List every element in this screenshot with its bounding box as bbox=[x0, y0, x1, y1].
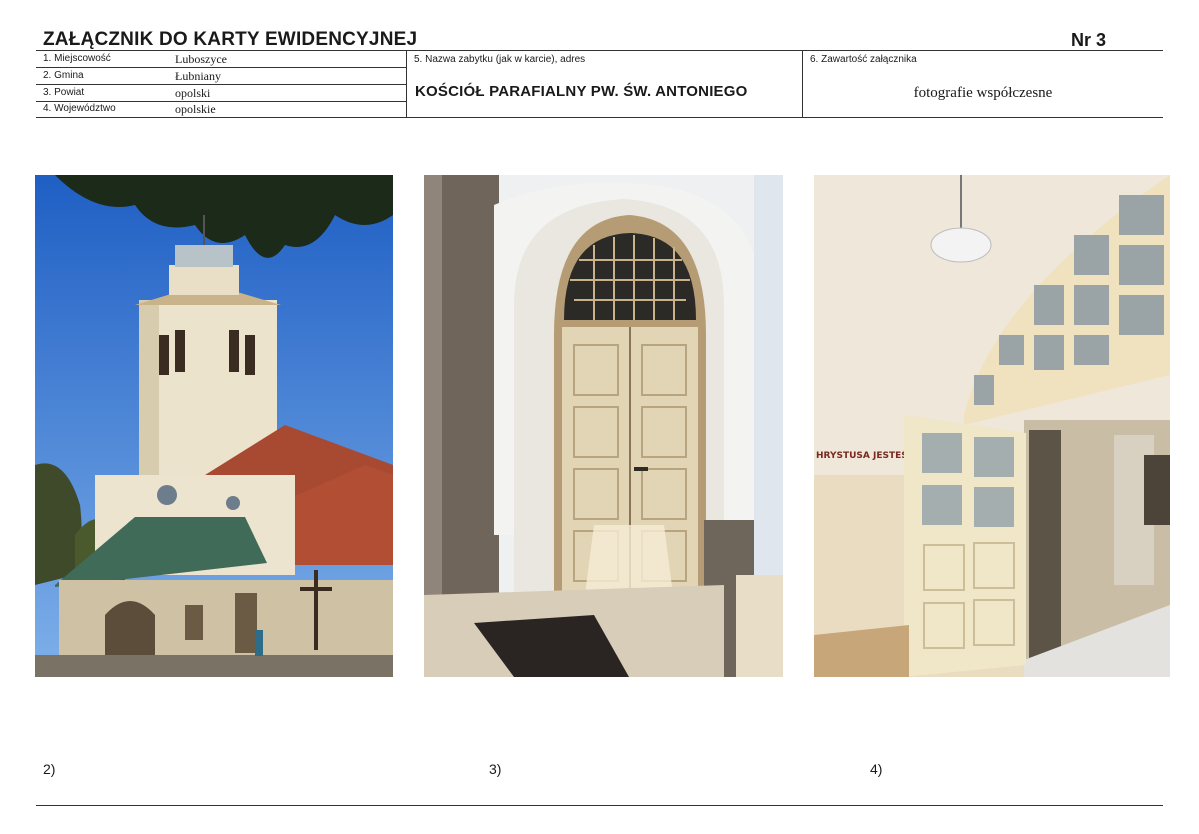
header-table: 1. Miejscowość Luboszyce 2. Gmina Łubnia… bbox=[36, 50, 1163, 118]
attachment-number: Nr 3 bbox=[1071, 30, 1107, 50]
monument-label: 5. Nazwa zabytku (jak w karcie), adres bbox=[414, 54, 586, 65]
photo-church-exterior bbox=[35, 175, 393, 677]
location-fields: 1. Miejscowość Luboszyce 2. Gmina Łubnia… bbox=[36, 51, 407, 117]
photo-caption: 4) bbox=[870, 761, 883, 777]
attachment-cell: 6. Zawartość załącznika fotografie współ… bbox=[803, 51, 1163, 117]
field-value: Luboszyce bbox=[175, 52, 227, 66]
field-label: 1. Miejscowość bbox=[43, 53, 111, 64]
footer-rule bbox=[36, 805, 1163, 806]
field-row-powiat: 3. Powiat opolski bbox=[36, 85, 406, 102]
document-title: ZAŁĄCZNIK DO KARTY EWIDENCYJNEJ bbox=[43, 29, 418, 50]
field-label: 3. Powiat bbox=[43, 87, 85, 98]
field-row-wojewodztwo: 4. Województwo opolskie bbox=[36, 101, 406, 117]
field-row-miejscowosc: 1. Miejscowość Luboszyce bbox=[36, 51, 406, 68]
field-value: opolskie bbox=[175, 102, 216, 116]
photo-caption: 2) bbox=[43, 761, 56, 777]
field-label: 4. Województwo bbox=[43, 103, 116, 114]
field-label: 2. Gmina bbox=[43, 70, 84, 81]
photo-interior-door: HRYSTUSA JESTEŚ WE M bbox=[814, 175, 1170, 677]
attachment-label: 6. Zawartość załącznika bbox=[810, 54, 917, 65]
field-value: opolski bbox=[175, 86, 211, 100]
field-row-gmina: 2. Gmina Łubniany bbox=[36, 68, 406, 85]
attachment-content: fotografie współczesne bbox=[913, 85, 1053, 101]
photo-caption: 3) bbox=[489, 761, 502, 777]
monument-cell: 5. Nazwa zabytku (jak w karcie), adres K… bbox=[407, 51, 803, 117]
monument-name: KOŚCIÓŁ PARAFIALNY PW. ŚW. ANTONIEGO bbox=[415, 83, 748, 100]
photo-arched-door bbox=[424, 175, 783, 677]
field-value: Łubniany bbox=[175, 69, 221, 83]
